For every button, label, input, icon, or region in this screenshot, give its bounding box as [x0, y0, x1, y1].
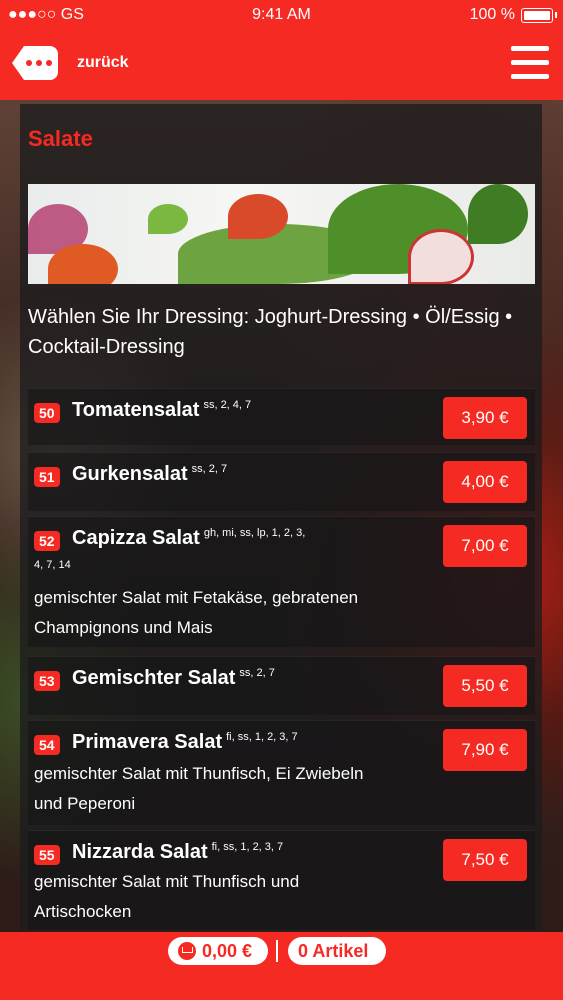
item-number: 55 [34, 845, 60, 865]
item-number: 54 [34, 735, 60, 755]
menu-item[interactable]: 52 Capizza Salat gh, mi, ss, lp, 1, 2, 3,… [28, 516, 535, 647]
item-description: gemischter Salat mit Thunfisch und Artis… [34, 872, 300, 921]
battery-icon [521, 7, 557, 23]
menu-item[interactable]: 53 Gemischter Salat ss, 2, 7 5,50 € [28, 656, 535, 715]
item-name: Gurkensalat ss, 2, 7 [72, 463, 228, 485]
allergen-codes: ss, 2, 7 [239, 667, 275, 680]
item-number: 51 [34, 467, 60, 487]
item-name: Gemischter Salat ss, 2, 7 [72, 667, 275, 689]
item-number: 52 [34, 531, 60, 551]
price-button[interactable]: 5,50 € [443, 665, 527, 707]
divider [276, 940, 278, 962]
article-count: 0 Artikel [298, 940, 369, 961]
battery-status: 100 % [469, 6, 557, 24]
price-button[interactable]: 3,90 € [443, 397, 527, 439]
allergen-codes: fi, ss, 1, 2, 3, 7 [211, 841, 284, 854]
dressing-info: Wählen Sie Ihr Dressing: Joghurt-Dressin… [28, 306, 513, 358]
item-description: gemischter Salat mit Thunfisch, Ei Zwieb… [34, 764, 364, 813]
battery-percent: 100 % [469, 6, 515, 23]
item-name: Nizzarda Salat fi, ss, 1, 2, 3, 7 [72, 841, 284, 863]
ellipsis-icon [26, 60, 52, 66]
item-name: Tomatensalat ss, 2, 4, 7 [72, 399, 252, 421]
menu-item[interactable]: 50 Tomatensalat ss, 2, 4, 7 3,90 € [28, 388, 535, 445]
price-button[interactable]: 7,50 € [443, 839, 527, 881]
price-button[interactable]: 7,00 € [443, 525, 527, 567]
back-label[interactable]: zurück [77, 54, 129, 72]
allergen-codes-cont: 4, 7, 14 [34, 559, 71, 571]
allergen-codes: gh, mi, ss, lp, 1, 2, 3, [203, 527, 306, 540]
section-title: Salate [28, 126, 93, 151]
allergen-codes: ss, 2, 4, 7 [203, 399, 252, 412]
price-button[interactable]: 4,00 € [443, 461, 527, 503]
back-button[interactable] [12, 46, 58, 80]
price-button[interactable]: 7,90 € [443, 729, 527, 771]
menu-item[interactable]: 55 Nizzarda Salat fi, ss, 1, 2, 3, 7 gemi… [28, 830, 535, 930]
item-name: Capizza Salat gh, mi, ss, lp, 1, 2, 3, [72, 527, 306, 549]
menu-panel: Salate Wählen Sie Ihr Dressing: Joghurt-… [20, 104, 542, 930]
item-name: Primavera Salat fi, ss, 1, 2, 3, 7 [72, 731, 298, 753]
menu-item[interactable]: 51 Gurkensalat ss, 2, 7 4,00 € [28, 452, 535, 511]
item-number: 53 [34, 671, 60, 691]
salad-image [28, 184, 535, 284]
cart-total: 0,00 € [202, 940, 253, 961]
item-description: gemischter Salat mit Fetakäse, gebratene… [34, 588, 359, 637]
status-bar: ●●●○○ GS 9:41 AM 100 % [0, 0, 563, 30]
cart-total-button[interactable]: 0,00 € [168, 937, 268, 965]
nav-bar: zurück [0, 30, 563, 100]
allergen-codes: fi, ss, 1, 2, 3, 7 [226, 731, 298, 744]
menu-item[interactable]: 54 Primavera Salat fi, ss, 1, 2, 3, 7 gem… [28, 720, 535, 825]
cart-bar: 0,00 € 0 Artikel [0, 932, 563, 1000]
cart-icon [178, 942, 196, 960]
menu-icon[interactable] [511, 46, 549, 80]
item-number: 50 [34, 403, 60, 423]
allergen-codes: ss, 2, 7 [191, 463, 228, 476]
cart-articles-button[interactable]: 0 Artikel [288, 937, 386, 965]
